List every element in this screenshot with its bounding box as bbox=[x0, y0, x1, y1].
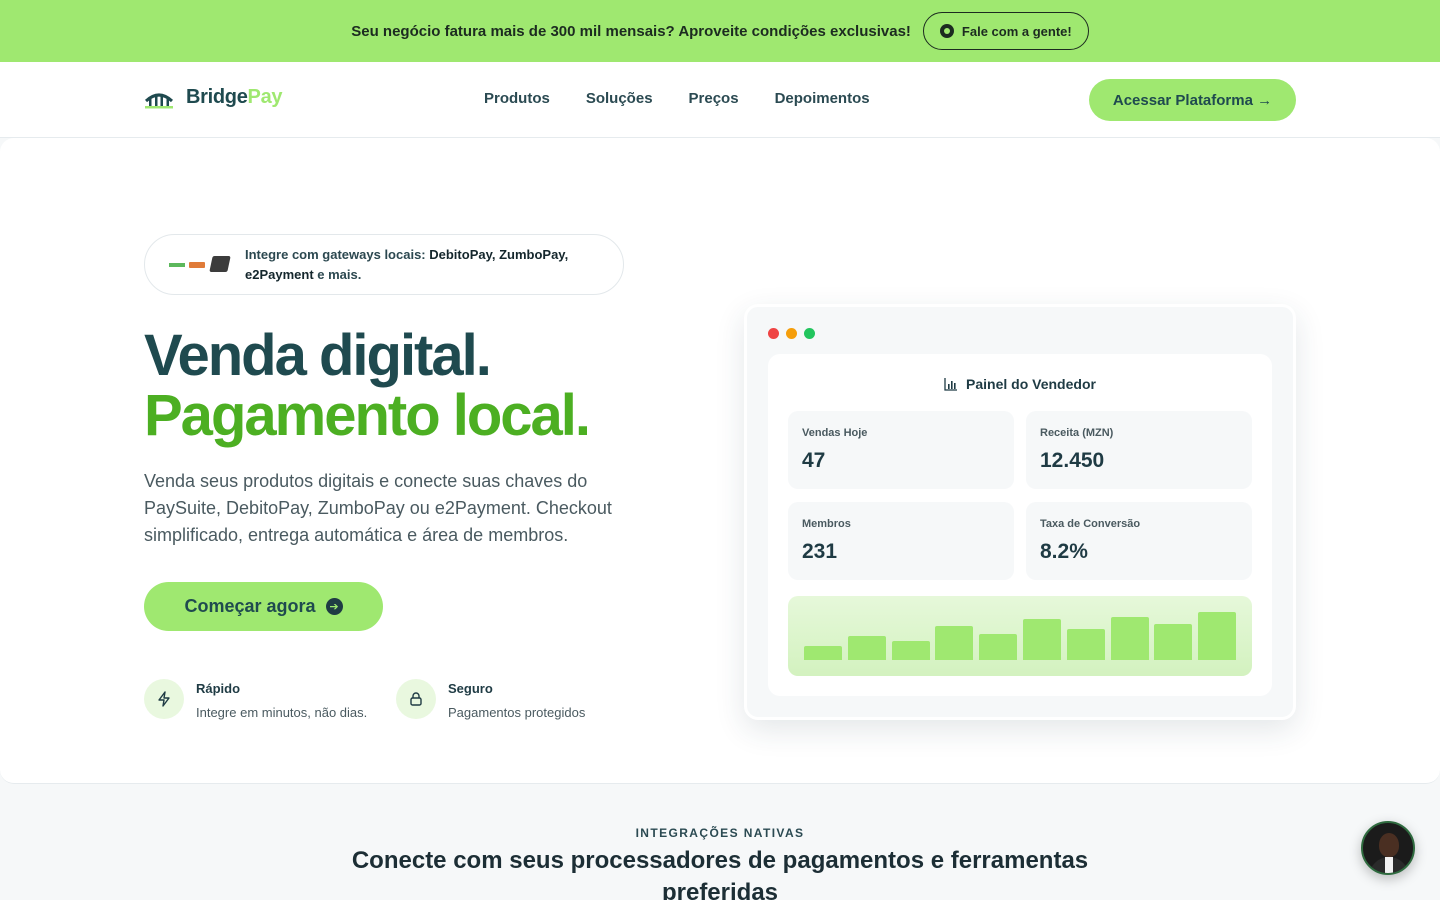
zumbopay-logo-icon bbox=[189, 261, 205, 268]
integrations-eyebrow: INTEGRAÇÕES NATIVAS bbox=[635, 826, 805, 840]
window-dot-yellow bbox=[786, 328, 797, 339]
chart-bar bbox=[979, 634, 1018, 660]
bar-chart-icon bbox=[944, 378, 958, 391]
avatar-shirt bbox=[1385, 857, 1393, 873]
chart-bar bbox=[804, 646, 842, 660]
feature-secure-title: Seguro bbox=[448, 681, 493, 696]
stat-label: Taxa de Conversão bbox=[1040, 518, 1141, 530]
gateways-badge-text: Integre com gateways locais: DebitoPay, … bbox=[245, 245, 615, 285]
stat-value: 231 bbox=[802, 540, 838, 563]
whatsapp-icon bbox=[939, 24, 954, 38]
access-platform-button[interactable]: Acessar Plataforma → bbox=[1089, 79, 1296, 121]
lock-icon bbox=[396, 679, 436, 719]
stat-label: Receita (MZN) bbox=[1040, 427, 1114, 439]
badge-suffix: e mais. bbox=[317, 266, 362, 282]
chat-avatar-button[interactable] bbox=[1361, 821, 1415, 875]
stat-value: 12.450 bbox=[1040, 449, 1105, 472]
feature-secure-desc: Pagamentos protegidos bbox=[448, 705, 586, 720]
nav-depoimentos[interactable]: Depoimentos bbox=[775, 90, 870, 107]
site-header: BridgePay Produtos Soluções Preços Depoi… bbox=[0, 62, 1440, 138]
nav-solucoes[interactable]: Soluções bbox=[586, 90, 653, 107]
debitopay-logo-icon bbox=[169, 262, 185, 267]
logo-text-pay: Pay bbox=[247, 86, 283, 108]
main-nav: Produtos Soluções Preços Depoimentos bbox=[484, 90, 870, 107]
promo-banner: Seu negócio fatura mais de 300 mil mensa… bbox=[0, 0, 1440, 62]
start-now-label: Começar agora bbox=[184, 596, 316, 616]
nav-produtos[interactable]: Produtos bbox=[484, 90, 550, 107]
stat-members: Membros 231 bbox=[788, 502, 1014, 580]
logo-text: BridgePay bbox=[186, 86, 283, 109]
chart-bar bbox=[935, 626, 974, 660]
logo-text-bridge: Bridge bbox=[186, 86, 248, 108]
headline-line-2: Pagamento local. bbox=[144, 383, 591, 448]
hero-section: Integre com gateways locais: DebitoPay, … bbox=[0, 138, 1440, 784]
stat-conversion: Taxa de Conversão 8.2% bbox=[1026, 502, 1252, 580]
dashboard-preview: Painel do Vendedor Vendas Hoje 47 Receit… bbox=[744, 304, 1296, 720]
chart-bar bbox=[1066, 629, 1105, 660]
stat-label: Membros bbox=[802, 518, 851, 530]
badge-prefix: Integre com gateways locais: bbox=[245, 246, 426, 262]
dashboard-title-text: Painel do Vendedor bbox=[966, 376, 1096, 392]
window-dot-red bbox=[768, 328, 779, 339]
stat-revenue: Receita (MZN) 12.450 bbox=[1026, 411, 1252, 489]
dashboard-title: Painel do Vendedor bbox=[768, 376, 1272, 392]
gateways-badge: Integre com gateways locais: DebitoPay, … bbox=[144, 234, 624, 295]
start-now-button[interactable]: Começar agora ➔ bbox=[144, 582, 383, 631]
headline-line-1: Venda digital. bbox=[144, 323, 492, 388]
stat-sales-today: Vendas Hoje 47 bbox=[788, 411, 1014, 489]
arrow-right-icon: ➔ bbox=[325, 598, 343, 615]
feature-fast-title: Rápido bbox=[196, 681, 241, 696]
window-dot-green bbox=[804, 328, 815, 339]
feature-secure: Seguro Pagamentos protegidos bbox=[396, 679, 585, 720]
contact-button[interactable]: Fale com a gente! bbox=[922, 12, 1089, 50]
nav-precos[interactable]: Preços bbox=[689, 90, 739, 107]
integrations-section: INTEGRAÇÕES NATIVAS Conecte com seus pro… bbox=[0, 785, 1440, 900]
avatar-face bbox=[1379, 833, 1399, 857]
feature-fast: Rápido Integre em minutos, não dias. bbox=[144, 679, 367, 720]
chart-bar bbox=[1023, 619, 1061, 660]
stat-label: Vendas Hoje bbox=[802, 427, 868, 439]
chart-bar bbox=[1110, 617, 1149, 660]
feature-fast-desc: Integre em minutos, não dias. bbox=[196, 705, 368, 720]
promo-text: Seu negócio fatura mais de 300 mil mensa… bbox=[351, 22, 911, 40]
e2payment-logo-icon bbox=[209, 255, 231, 272]
logo[interactable]: BridgePay bbox=[144, 86, 283, 109]
stat-value: 8.2% bbox=[1040, 540, 1088, 563]
chart-bar bbox=[1154, 624, 1193, 660]
gateway-logos bbox=[167, 253, 231, 277]
contact-button-label: Fale com a gente! bbox=[961, 23, 1072, 39]
hero-subtitle: Venda seus produtos digitais e conecte s… bbox=[144, 471, 612, 545]
chart-bar bbox=[1198, 612, 1237, 660]
bridge-logo-icon bbox=[144, 93, 174, 108]
sales-bar-chart bbox=[788, 596, 1252, 676]
lightning-icon bbox=[144, 679, 184, 719]
integrations-title: Conecte com seus processadores de pagame… bbox=[351, 847, 1089, 900]
chart-bar bbox=[847, 636, 886, 660]
chart-bar bbox=[891, 641, 930, 660]
stat-value: 47 bbox=[802, 449, 826, 472]
dashboard-panel: Painel do Vendedor Vendas Hoje 47 Receit… bbox=[768, 354, 1272, 696]
